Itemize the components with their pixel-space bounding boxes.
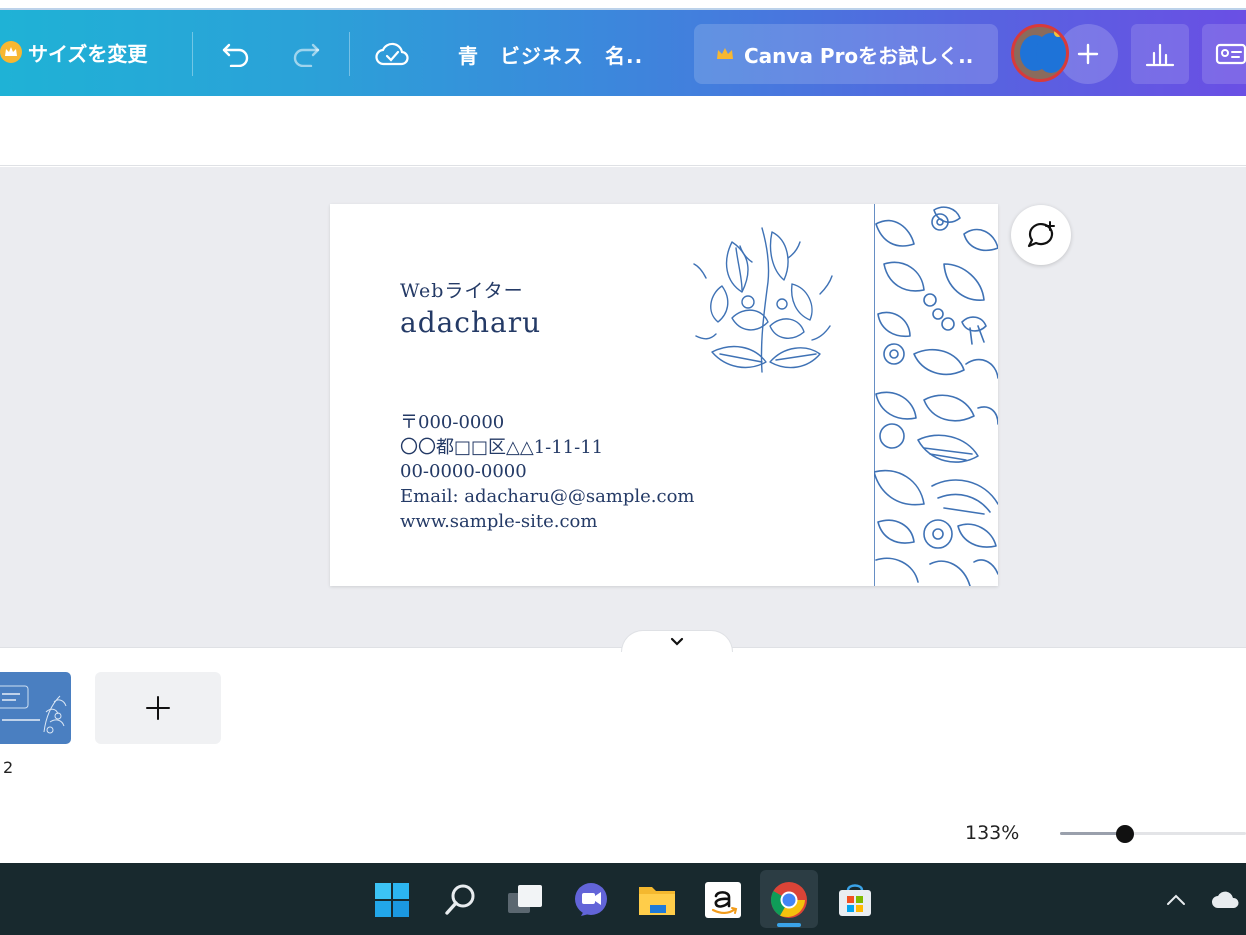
floral-pattern-panel[interactable] [874, 204, 998, 586]
context-toolbar [0, 96, 1246, 166]
bar-chart-icon [1145, 43, 1175, 67]
business-card-page[interactable]: Webライター adacharu 〒000-0000 〇〇都□□区△△1-11-… [330, 204, 998, 586]
crown-icon [0, 41, 22, 63]
page-number: 2 [3, 758, 14, 777]
windows-taskbar [0, 863, 1246, 935]
phone-number[interactable]: 00-0000-0000 [400, 461, 527, 482]
file-explorer-button[interactable] [637, 880, 677, 920]
person-name[interactable]: adacharu [400, 306, 541, 339]
chrome-browser-button[interactable] [769, 880, 809, 920]
id-card-icon [1215, 43, 1246, 65]
postal-code[interactable]: 〒000-0000 [400, 408, 504, 434]
redo-icon [293, 43, 320, 67]
present-button[interactable] [1202, 24, 1246, 84]
resize-label: サイズを変更 [28, 41, 148, 66]
cloud-saved-icon [375, 42, 409, 66]
try-canva-pro-button[interactable]: Canva Proをお試しく.. [694, 24, 998, 84]
file-explorer-icon [639, 887, 675, 915]
plus-icon [146, 696, 170, 720]
editor-toolbar: サイズを変更 青 ビジネス 名.. Canva Proをお試しく.. [0, 8, 1246, 96]
chevron-up-icon [1167, 894, 1185, 905]
chevron-down-icon [670, 637, 684, 646]
windows-start-icon [375, 883, 409, 917]
task-view-icon [508, 885, 542, 913]
taskbar-search-button[interactable] [440, 880, 480, 920]
page-thumbnail[interactable] [0, 672, 71, 744]
resize-button[interactable]: サイズを変更 [0, 30, 147, 74]
task-view-button[interactable] [505, 880, 545, 920]
amazon-icon [705, 882, 741, 918]
address[interactable]: 〇〇都□□区△△1-11-11 [400, 433, 603, 459]
search-icon [445, 884, 475, 915]
onedrive-button[interactable] [1206, 880, 1246, 920]
toolbar-divider [192, 32, 193, 76]
teams-chat-icon [575, 883, 607, 916]
microsoft-store-button[interactable] [835, 880, 875, 920]
collapse-pages-button[interactable] [621, 630, 733, 652]
undo-button[interactable] [212, 32, 260, 76]
amazon-app-button[interactable] [703, 880, 743, 920]
job-title[interactable]: Webライター [400, 276, 524, 303]
document-title[interactable]: 青 ビジネス 名.. [458, 32, 643, 76]
zoom-level-label[interactable]: 133% [965, 822, 1019, 844]
windows-start-button[interactable] [372, 880, 412, 920]
zoom-slider[interactable] [1060, 832, 1246, 835]
floral-bouquet-illustration[interactable] [692, 222, 838, 380]
active-app-indicator [777, 923, 801, 927]
plus-icon [1077, 43, 1099, 65]
chrome-icon [770, 882, 807, 918]
undo-icon [222, 43, 249, 67]
add-comment-button[interactable] [1011, 205, 1071, 265]
pro-label: Canva Proをお試しく.. [744, 43, 974, 68]
toolbar-divider [349, 32, 350, 76]
add-page-button[interactable] [95, 672, 221, 744]
redo-button[interactable] [282, 32, 330, 76]
crown-icon [717, 48, 733, 59]
avatar[interactable] [1011, 24, 1069, 82]
onedrive-cloud-icon [1212, 891, 1239, 908]
zoom-slider-handle[interactable] [1116, 825, 1134, 843]
save-status-button[interactable] [368, 32, 416, 76]
insights-button[interactable] [1131, 24, 1189, 84]
comment-add-icon [1027, 221, 1055, 248]
email-address[interactable]: Email: adacharu@@sample.com [400, 486, 695, 507]
website-url[interactable]: www.sample-site.com [400, 511, 597, 532]
microsoft-store-icon [839, 884, 871, 916]
show-hidden-icons-button[interactable] [1156, 880, 1196, 920]
teams-chat-button[interactable] [571, 880, 611, 920]
